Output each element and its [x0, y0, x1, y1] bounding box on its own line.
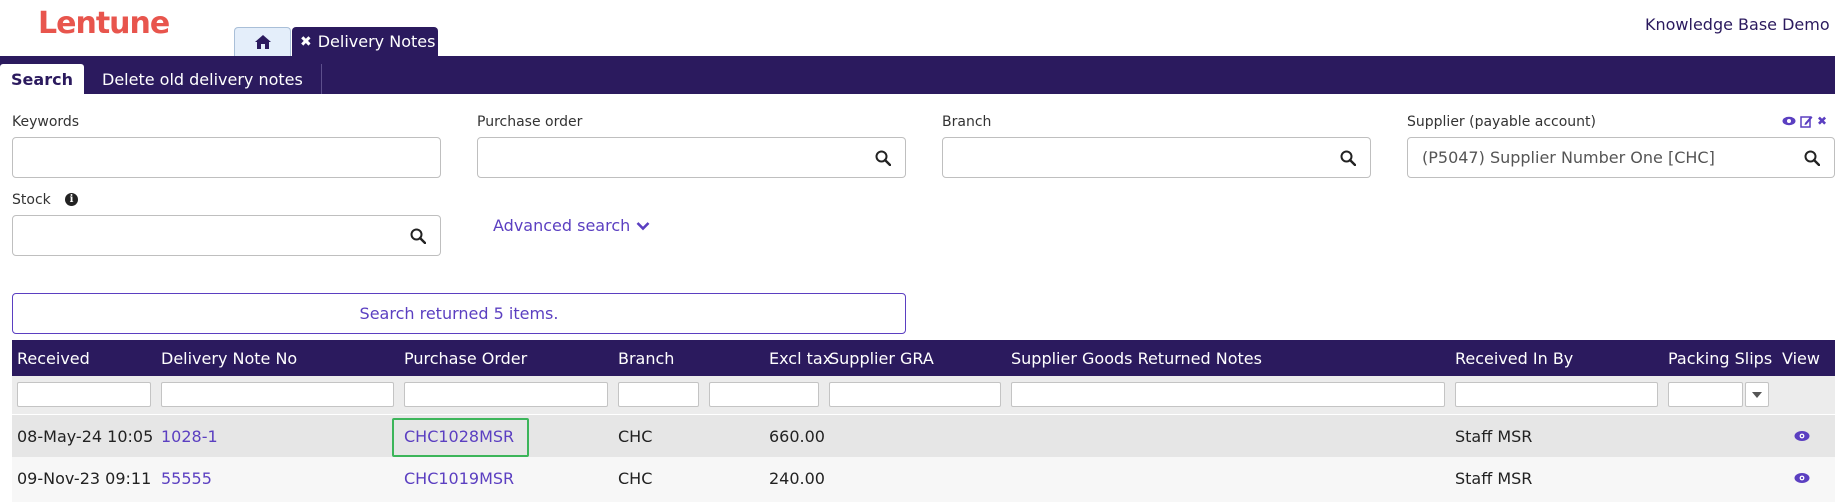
- delivery-note-link[interactable]: 55555: [161, 457, 212, 499]
- advanced-search-label: Advanced search: [493, 216, 631, 235]
- supplier-input[interactable]: (P5047) Supplier Number One [CHC]: [1407, 137, 1791, 178]
- search-icon: [1340, 150, 1356, 166]
- purchase-order-search-button[interactable]: [861, 137, 906, 178]
- filter-row: [12, 376, 1835, 414]
- search-result-message: Search returned 5 items.: [12, 293, 906, 334]
- info-icon[interactable]: i: [65, 193, 78, 206]
- app-logo[interactable]: Lentune: [38, 6, 170, 41]
- col-delivery-note-no[interactable]: Delivery Note No: [161, 340, 297, 376]
- search-icon: [1804, 150, 1820, 166]
- branch-label: Branch: [942, 114, 992, 130]
- edit-icon[interactable]: [1800, 115, 1813, 128]
- col-supplier-gra[interactable]: Supplier GRA: [829, 340, 934, 376]
- col-purchase-order[interactable]: Purchase Order: [404, 340, 527, 376]
- view-icon[interactable]: [1794, 457, 1810, 499]
- clear-icon[interactable]: ✖: [1817, 114, 1827, 128]
- cell-received-in-by: Staff MSR: [1455, 468, 1533, 488]
- filter-packing-slips[interactable]: [1668, 382, 1743, 407]
- stock-search-button[interactable]: [396, 215, 441, 256]
- purchase-order-label: Purchase order: [477, 114, 583, 130]
- col-received-in-by[interactable]: Received In By: [1455, 340, 1573, 376]
- search-icon: [875, 150, 891, 166]
- supplier-search-button[interactable]: [1790, 137, 1835, 178]
- stock-label: Stock: [12, 192, 51, 208]
- search-icon: [410, 228, 426, 244]
- cell-branch: CHC: [618, 426, 653, 446]
- table-row[interactable]: 09-Nov-23 09:11 55555 CHC1019MSR CHC 240…: [12, 457, 1835, 502]
- view-icon[interactable]: [1782, 116, 1796, 126]
- col-received[interactable]: Received: [17, 340, 90, 376]
- tab-delete-old[interactable]: Delete old delivery notes: [90, 64, 322, 94]
- supplier-actions: ✖: [1782, 114, 1827, 128]
- keywords-input[interactable]: [12, 137, 441, 178]
- col-packing-slips[interactable]: Packing Slips: [1668, 340, 1772, 376]
- highlight-box: [392, 418, 529, 457]
- chevron-down-icon: [636, 221, 650, 230]
- col-supplier-goods-returned-notes[interactable]: Supplier Goods Returned Notes: [1011, 340, 1262, 376]
- tab-label: Delivery Notes: [317, 32, 436, 51]
- cell-received: 09-Nov-23 09:11: [17, 468, 152, 488]
- filter-excl-tax[interactable]: [709, 382, 819, 407]
- tab-search[interactable]: Search: [0, 64, 84, 94]
- filter-supplier-goods-returned-notes[interactable]: [1011, 382, 1445, 407]
- cell-excl-tax: 660.00: [769, 426, 825, 446]
- purchase-order-link[interactable]: CHC1019MSR: [404, 457, 514, 499]
- stock-input[interactable]: [12, 215, 397, 256]
- home-icon: [254, 35, 271, 49]
- keywords-label: Keywords: [12, 114, 80, 130]
- col-view: View: [1782, 348, 1820, 368]
- table-header: Received Delivery Note No Purchase Order…: [12, 340, 1835, 376]
- filter-received[interactable]: [17, 382, 151, 407]
- cell-received: 08-May-24 10:05: [17, 426, 154, 446]
- packing-slips-dropdown[interactable]: [1745, 382, 1769, 407]
- col-excl-tax[interactable]: Excl tax: [769, 340, 832, 376]
- advanced-search-link[interactable]: Advanced search: [493, 216, 650, 235]
- table-row[interactable]: 08-May-24 10:05 1028-1 CHC1028MSR CHC 66…: [12, 415, 1835, 457]
- home-tab[interactable]: [234, 27, 291, 56]
- delivery-note-link[interactable]: 1028-1: [161, 415, 218, 457]
- cell-excl-tax: 240.00: [769, 468, 825, 488]
- purchase-order-input[interactable]: [477, 137, 862, 178]
- filter-supplier-gra[interactable]: [829, 382, 1001, 407]
- supplier-label: Supplier (payable account): [1407, 114, 1596, 130]
- cell-branch: CHC: [618, 468, 653, 488]
- close-icon[interactable]: ✖: [300, 34, 312, 50]
- caret-down-icon: [1752, 391, 1762, 398]
- filter-received-in-by[interactable]: [1455, 382, 1658, 407]
- tenant-name[interactable]: Knowledge Base Demo: [1645, 15, 1835, 34]
- branch-input[interactable]: [942, 137, 1327, 178]
- filter-purchase-order[interactable]: [404, 382, 608, 407]
- tab-delivery-notes[interactable]: ✖ Delivery Notes: [292, 27, 438, 56]
- filter-delivery-note-no[interactable]: [161, 382, 394, 407]
- cell-received-in-by: Staff MSR: [1455, 426, 1533, 446]
- branch-search-button[interactable]: [1326, 137, 1371, 178]
- view-icon[interactable]: [1794, 415, 1810, 457]
- filter-branch[interactable]: [618, 382, 699, 407]
- col-branch[interactable]: Branch: [618, 340, 674, 376]
